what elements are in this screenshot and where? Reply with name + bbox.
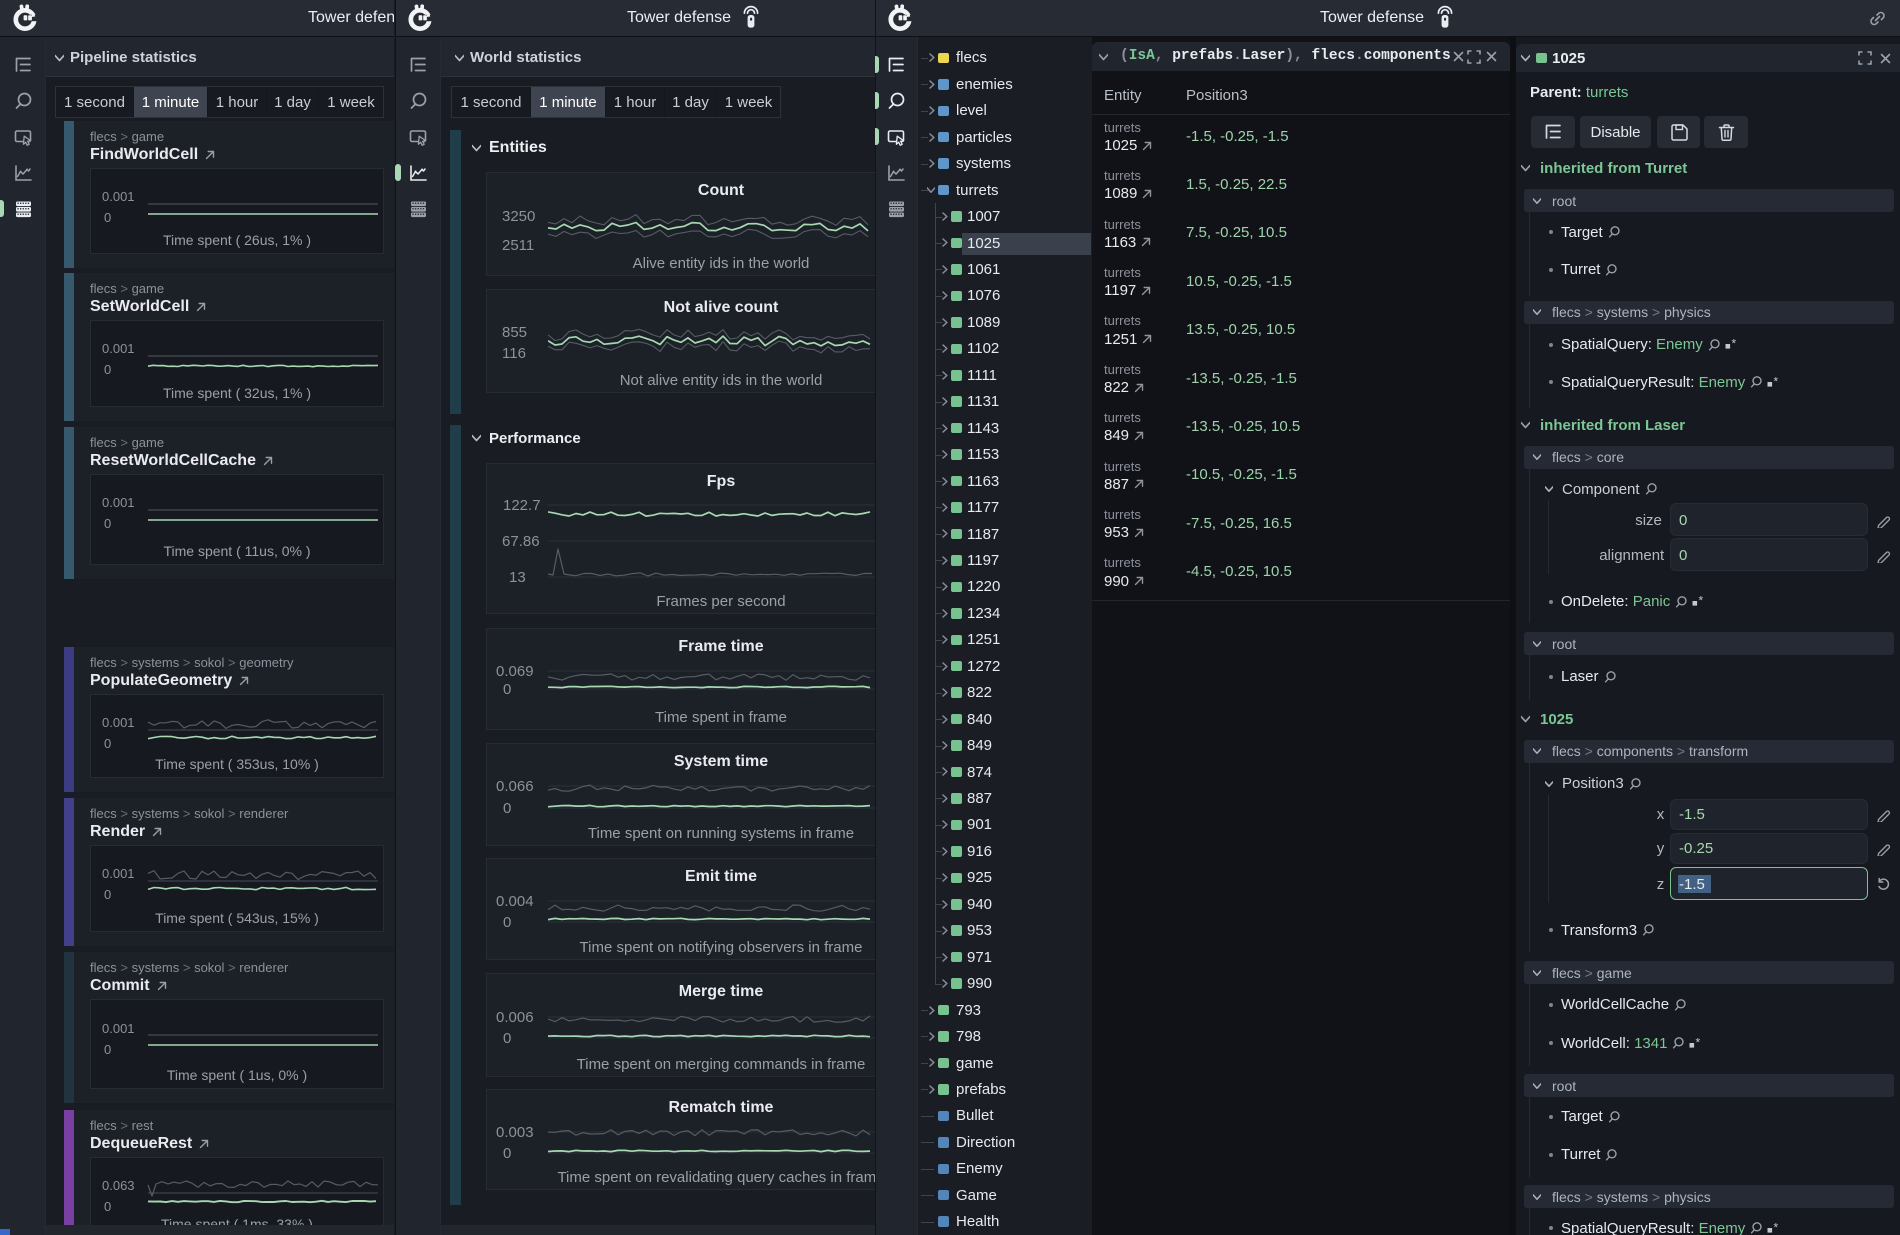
svg-text:*: * [1774, 1222, 1779, 1235]
svg-text:*: * [1774, 376, 1779, 389]
svg-text:*: * [1696, 1037, 1701, 1050]
svg-text:*: * [1731, 338, 1736, 351]
svg-text:*: * [1699, 595, 1704, 608]
